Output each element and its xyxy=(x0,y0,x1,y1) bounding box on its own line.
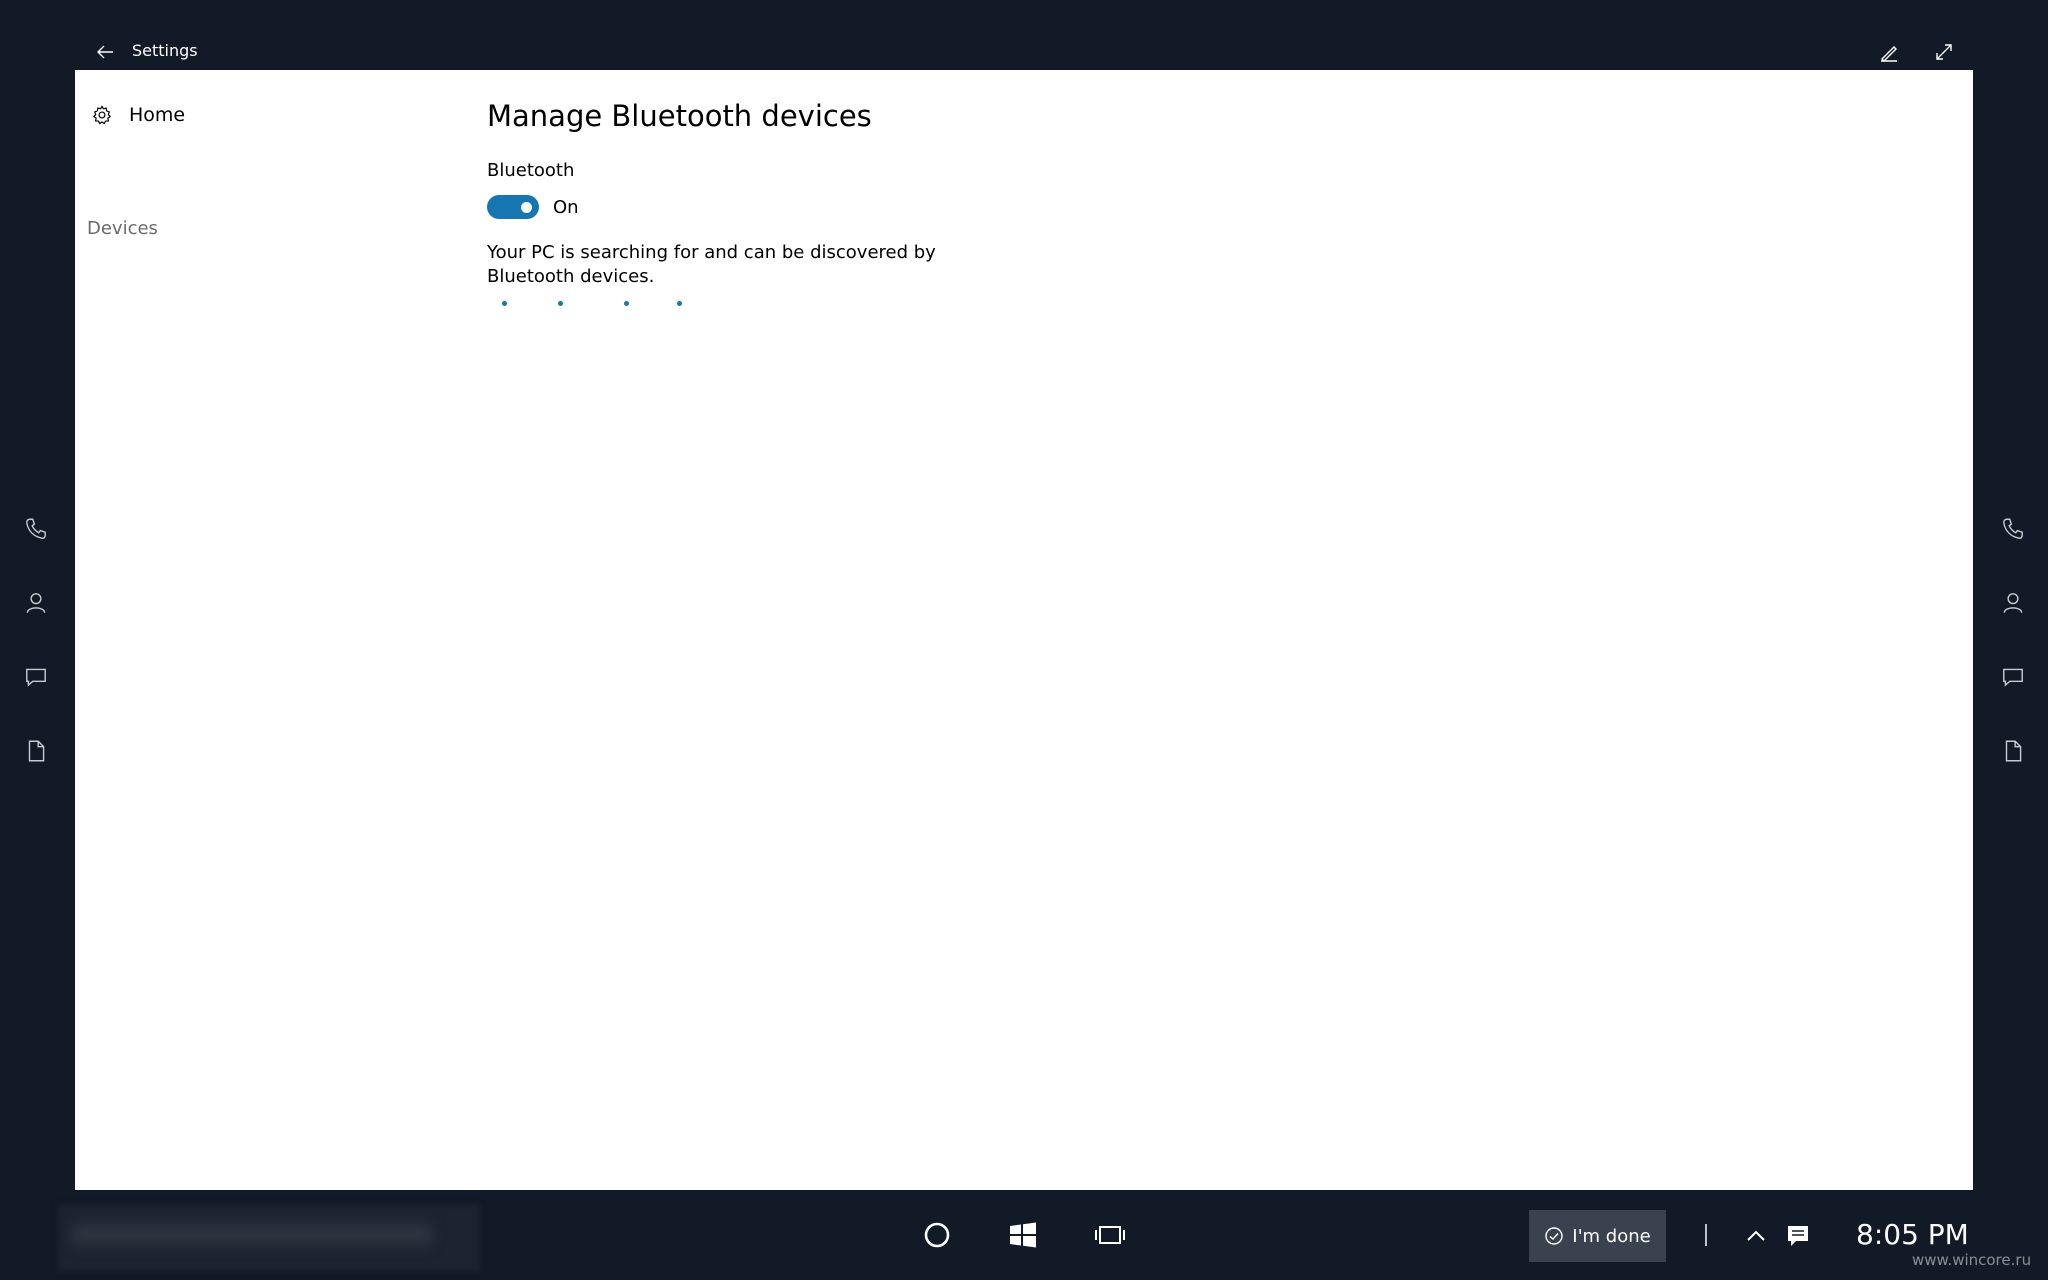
progress-dot xyxy=(624,301,629,306)
gear-icon xyxy=(93,105,111,125)
document-icon[interactable] xyxy=(23,738,49,764)
taskbar-separator xyxy=(1705,1224,1707,1246)
toggle-knob xyxy=(521,202,532,213)
bluetooth-toggle-row: On xyxy=(487,193,1187,221)
message-icon[interactable] xyxy=(2000,664,2026,690)
content-pane: Manage Bluetooth devices Bluetooth On Yo… xyxy=(487,96,1187,311)
window-title: Settings xyxy=(132,41,198,60)
person-icon[interactable] xyxy=(23,590,49,616)
document-icon[interactable] xyxy=(2000,738,2026,764)
toggle-state-label: On xyxy=(553,196,579,218)
progress-dot xyxy=(558,301,563,306)
back-arrow-icon[interactable] xyxy=(93,40,117,64)
progress-dot xyxy=(502,301,507,306)
bluetooth-toggle[interactable] xyxy=(487,195,539,219)
message-icon[interactable] xyxy=(23,664,49,690)
person-icon[interactable] xyxy=(2000,590,2026,616)
nav-home-label: Home xyxy=(129,104,186,126)
im-done-label: I'm done xyxy=(1572,1225,1651,1247)
phone-icon[interactable] xyxy=(2000,516,2026,542)
blurred-notification-text xyxy=(72,1224,432,1246)
check-circle-icon xyxy=(1545,1227,1563,1245)
settings-window: Home Devices Manage Bluetooth devices Bl… xyxy=(75,70,1973,1190)
page-title: Manage Bluetooth devices xyxy=(487,99,872,133)
action-center-icon[interactable] xyxy=(1780,1218,1816,1254)
progress-dot xyxy=(677,301,682,306)
im-done-button[interactable]: I'm done xyxy=(1529,1210,1666,1262)
nav-home[interactable]: Home xyxy=(91,100,185,130)
cortana-icon[interactable] xyxy=(919,1217,955,1253)
nav-section-devices: Devices xyxy=(87,218,158,239)
title-bar: Settings xyxy=(75,0,1973,70)
pen-icon[interactable] xyxy=(1877,40,1901,64)
phone-icon[interactable] xyxy=(23,516,49,542)
progress-dots xyxy=(487,297,1187,311)
watermark: www.wincore.ru xyxy=(1912,1251,2032,1269)
expand-icon[interactable] xyxy=(1932,40,1956,64)
status-text: Your PC is searching for and can be disc… xyxy=(487,242,936,287)
taskbar-clock[interactable]: 8:05 PM xyxy=(1856,1217,1969,1253)
windows-icon[interactable] xyxy=(1005,1217,1041,1253)
bluetooth-label: Bluetooth xyxy=(487,160,575,181)
chevron-up-icon[interactable] xyxy=(1738,1218,1774,1254)
task-view-icon[interactable] xyxy=(1092,1217,1128,1253)
